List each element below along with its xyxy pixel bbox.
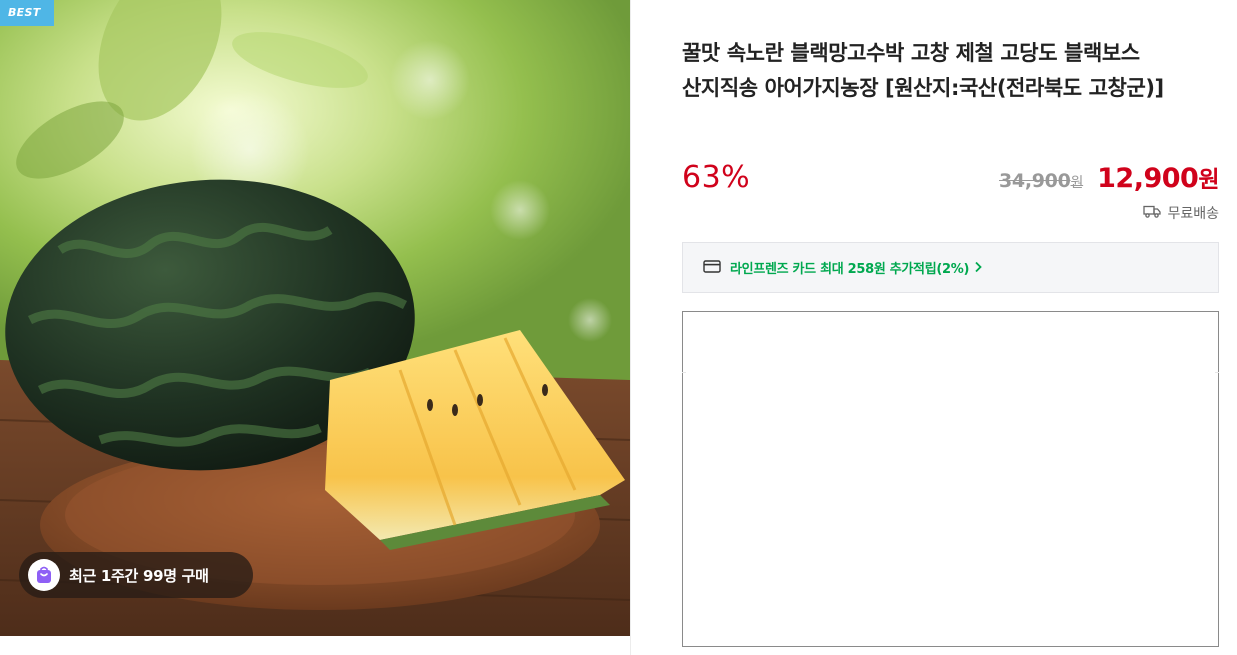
recent-purchase-badge: 최근 1주간 99명 구매 <box>19 552 253 598</box>
panel-divider <box>630 0 631 655</box>
discount-rate: 63% <box>682 160 751 195</box>
best-badge: BEST <box>0 0 54 26</box>
original-price: 34,900원 <box>999 170 1083 192</box>
sale-price: 12,900원 <box>1097 160 1219 194</box>
shipping-info: 무료배송 <box>1143 203 1219 223</box>
card-benefit-text: 라인프렌즈 카드 최대 258원 추가적립(2%) <box>730 262 970 277</box>
watermelon-image <box>0 0 630 636</box>
recent-purchase-label: 최근 1주간 99명 구매 <box>69 566 209 585</box>
option-selection-box[interactable] <box>682 311 1219 647</box>
sale-price-unit: 원 <box>1198 167 1219 193</box>
card-benefit-banner[interactable]: 라인프렌즈 카드 최대 258원 추가적립(2%) <box>682 242 1219 293</box>
original-price-unit: 원 <box>1070 175 1084 191</box>
price-row: 34,900원 12,900원 <box>999 160 1219 194</box>
shopping-bag-icon <box>28 559 60 591</box>
shipping-label: 무료배송 <box>1167 206 1219 222</box>
option-box-tick-right <box>1215 372 1219 373</box>
product-image[interactable]: BEST 최근 1주간 99명 구매 <box>0 0 630 636</box>
option-box-tick-left <box>682 372 686 373</box>
delivery-truck-icon <box>1143 205 1162 222</box>
sale-price-value: 12,900 <box>1097 163 1199 194</box>
product-title: 꿀맛 속노란 블랙망고수박 고창 제철 고당도 블랙보스 산지직송 아어가지농장… <box>682 41 1164 100</box>
original-price-value: 34,900 <box>999 170 1071 192</box>
chevron-right-icon <box>974 258 982 277</box>
credit-card-icon <box>703 258 721 277</box>
